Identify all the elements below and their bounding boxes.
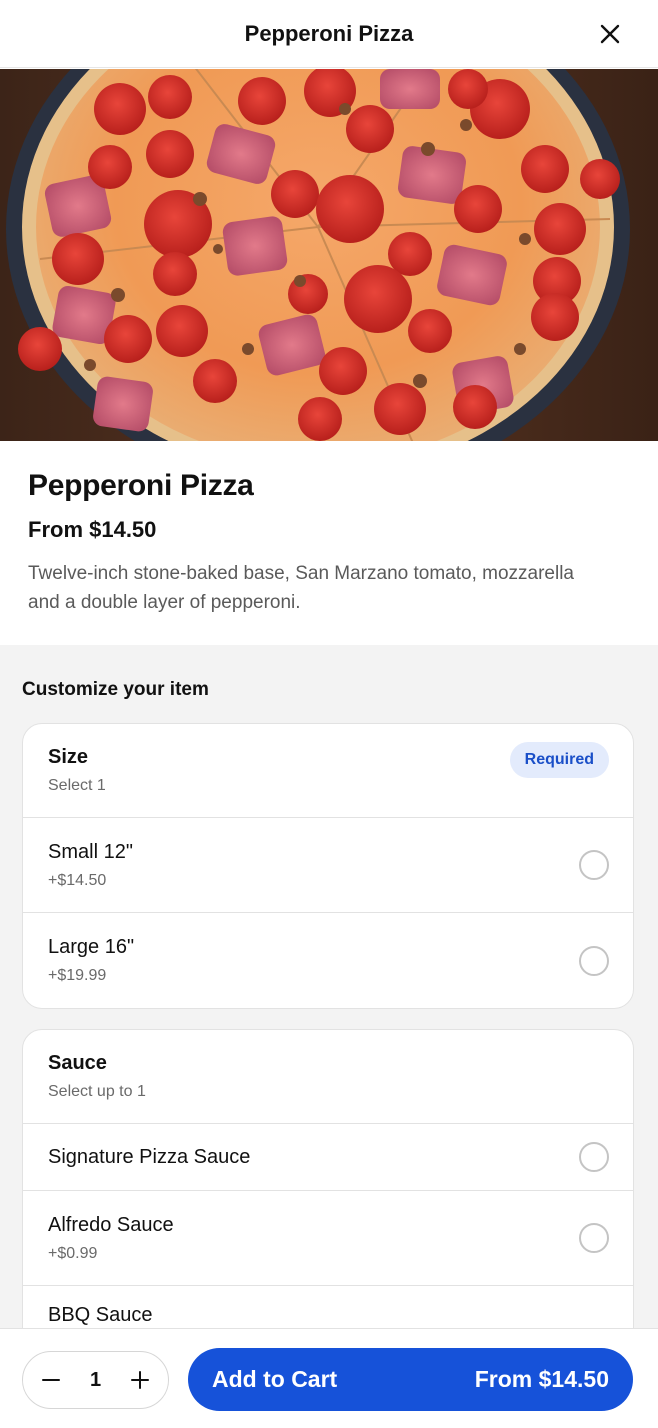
item-title: Pepperoni Pizza bbox=[28, 469, 254, 502]
item-description: Twelve-inch stone-baked base, San Marzan… bbox=[28, 563, 574, 613]
option-name: Small 12" bbox=[48, 840, 133, 863]
customize-title: Customize your item bbox=[22, 679, 209, 700]
option-small[interactable]: Small 12" +$14.50 bbox=[23, 818, 633, 913]
sauce-group: Sauce Select up to 1 Signature Pizza Sau… bbox=[22, 1029, 634, 1354]
radio-button[interactable] bbox=[579, 1223, 609, 1253]
decrease-button[interactable] bbox=[37, 1366, 65, 1394]
option-name: Alfredo Sauce bbox=[48, 1213, 174, 1236]
group-name: Sauce bbox=[48, 1052, 107, 1074]
close-button[interactable] bbox=[592, 16, 628, 52]
option-name: Signature Pizza Sauce bbox=[48, 1145, 251, 1168]
item-photo bbox=[0, 69, 658, 441]
plus-icon bbox=[131, 1371, 149, 1389]
size-group: Size Select 1 Required Small 12" +$14.50… bbox=[22, 723, 634, 1009]
add-to-cart-label: Add to Cart bbox=[212, 1366, 338, 1392]
pizza-image bbox=[0, 69, 658, 441]
option-alfredo-sauce[interactable]: Alfredo Sauce +$0.99 bbox=[23, 1191, 633, 1286]
quantity-value: 1 bbox=[89, 1368, 102, 1391]
option-name: Large 16" bbox=[48, 936, 135, 958]
minus-icon bbox=[42, 1379, 60, 1381]
option-price: +$14.50 bbox=[48, 871, 107, 889]
increase-button[interactable] bbox=[126, 1366, 154, 1394]
option-name: BBQ Sauce bbox=[48, 1304, 153, 1326]
header-title: Pepperoni Pizza bbox=[244, 20, 414, 46]
group-subtitle: Select 1 bbox=[48, 777, 106, 794]
group-header: Sauce Select up to 1 bbox=[23, 1030, 633, 1124]
radio-button[interactable] bbox=[579, 850, 609, 880]
header: Pepperoni Pizza bbox=[0, 0, 658, 68]
option-price: +$0.99 bbox=[48, 1244, 98, 1262]
quantity-stepper: 1 bbox=[22, 1351, 169, 1409]
option-large[interactable]: Large 16" +$19.99 bbox=[23, 913, 633, 1008]
item-info: Pepperoni Pizza From $14.50 Twelve-inch … bbox=[0, 441, 658, 645]
add-to-cart-button[interactable]: Add to Cart From $14.50 bbox=[188, 1348, 633, 1411]
close-icon bbox=[600, 24, 620, 44]
footer-bar: 1 Add to Cart From $14.50 bbox=[0, 1328, 658, 1428]
group-subtitle: Select up to 1 bbox=[48, 1083, 146, 1100]
item-price: From $14.50 bbox=[28, 517, 157, 542]
radio-button[interactable] bbox=[579, 1142, 609, 1172]
radio-button[interactable] bbox=[579, 945, 609, 976]
option-signature-sauce[interactable]: Signature Pizza Sauce bbox=[23, 1124, 633, 1191]
item-detail-page: Pepperoni Pizza Pepperoni Pizza From $14… bbox=[0, 0, 658, 1428]
group-header: Size Select 1 Required bbox=[23, 724, 633, 818]
required-badge: Required bbox=[509, 742, 609, 778]
add-to-cart-price: From $14.50 bbox=[474, 1366, 609, 1392]
customize-section: Customize your item Size Select 1 Requir… bbox=[0, 645, 658, 1354]
option-price: +$19.99 bbox=[48, 967, 107, 984]
